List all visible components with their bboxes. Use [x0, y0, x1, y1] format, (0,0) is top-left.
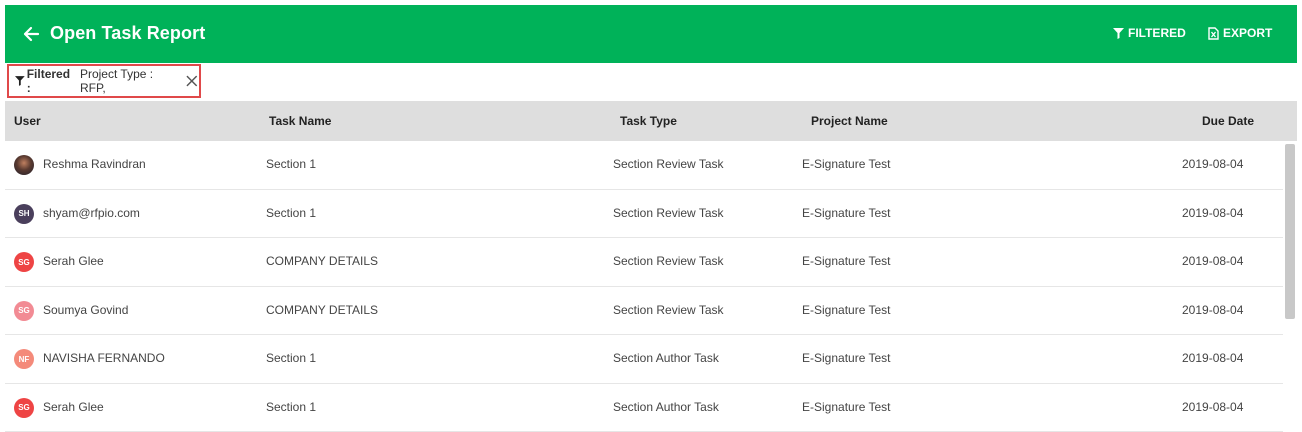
due-date: 2019-08-04 — [1182, 254, 1243, 268]
close-icon[interactable] — [185, 74, 199, 88]
table-header: User Task Name Task Type Project Name Du… — [5, 101, 1297, 141]
user-name: Serah Glee — [43, 254, 104, 268]
task-name: Section 1 — [266, 157, 316, 171]
funnel-icon — [15, 76, 25, 86]
project-name: E-Signature Test — [802, 351, 891, 365]
task-type: Section Review Task — [613, 254, 724, 268]
table-row[interactable]: NF NAVISHA FERNANDO Section 1 Section Au… — [5, 335, 1283, 384]
project-name: E-Signature Test — [802, 157, 891, 171]
user-name: Soumya Govind — [43, 303, 128, 317]
export-button[interactable]: EXPORT — [1208, 26, 1272, 40]
project-name: E-Signature Test — [802, 254, 891, 268]
task-type: Section Review Task — [613, 303, 724, 317]
export-file-icon — [1208, 27, 1219, 40]
task-name: Section 1 — [266, 351, 316, 365]
column-header-user[interactable]: User — [14, 114, 41, 128]
filter-prefix: Filtered : — [27, 67, 76, 95]
table-row[interactable]: SG Soumya Govind COMPANY DETAILS Section… — [5, 287, 1283, 336]
column-header-task-type[interactable]: Task Type — [620, 114, 677, 128]
project-name: E-Signature Test — [802, 303, 891, 317]
project-name: E-Signature Test — [802, 206, 891, 220]
table-row[interactable]: SG Serah Glee Section 1 Section Author T… — [5, 384, 1283, 432]
due-date: 2019-08-04 — [1182, 303, 1243, 317]
avatar: SG — [14, 398, 34, 418]
avatar: SG — [14, 252, 34, 272]
task-type: Section Review Task — [613, 157, 724, 171]
column-header-project-name[interactable]: Project Name — [811, 114, 888, 128]
user-name: Reshma Ravindran — [43, 157, 146, 171]
task-name: COMPANY DETAILS — [266, 303, 378, 317]
table-body: Reshma Ravindran Section 1 Section Revie… — [5, 141, 1283, 432]
column-header-task-name[interactable]: Task Name — [269, 114, 331, 128]
task-type: Section Review Task — [613, 206, 724, 220]
page-title: Open Task Report — [50, 23, 205, 44]
due-date: 2019-08-04 — [1182, 351, 1243, 365]
task-type: Section Author Task — [613, 351, 719, 365]
filtered-label: FILTERED — [1128, 26, 1186, 40]
table-row[interactable]: SG Serah Glee COMPANY DETAILS Section Re… — [5, 238, 1283, 287]
user-name: Serah Glee — [43, 400, 104, 414]
column-header-due-date[interactable]: Due Date — [1202, 114, 1254, 128]
task-name: Section 1 — [266, 206, 316, 220]
filter-value: Project Type : RFP, — [80, 67, 179, 95]
avatar: SG — [14, 301, 34, 321]
project-name: E-Signature Test — [802, 400, 891, 414]
table-row[interactable]: SH shyam@rfpio.com Section 1 Section Rev… — [5, 190, 1283, 239]
due-date: 2019-08-04 — [1182, 400, 1243, 414]
back-arrow-icon[interactable] — [22, 25, 40, 43]
table-row[interactable]: Reshma Ravindran Section 1 Section Revie… — [5, 141, 1283, 190]
avatar: SH — [14, 204, 34, 224]
active-filter-chip: Filtered : Project Type : RFP, — [7, 64, 201, 98]
funnel-icon — [1113, 28, 1124, 39]
filtered-button[interactable]: FILTERED — [1113, 26, 1186, 40]
task-name: Section 1 — [266, 400, 316, 414]
task-type: Section Author Task — [613, 400, 719, 414]
avatar — [14, 155, 34, 175]
export-label: EXPORT — [1223, 26, 1272, 40]
due-date: 2019-08-04 — [1182, 206, 1243, 220]
app-header: Open Task Report FILTERED EXPORT — [5, 5, 1297, 63]
user-name: shyam@rfpio.com — [43, 206, 140, 220]
vertical-scrollbar[interactable] — [1285, 144, 1295, 319]
avatar: NF — [14, 349, 34, 369]
due-date: 2019-08-04 — [1182, 157, 1243, 171]
task-name: COMPANY DETAILS — [266, 254, 378, 268]
user-name: NAVISHA FERNANDO — [43, 351, 165, 365]
